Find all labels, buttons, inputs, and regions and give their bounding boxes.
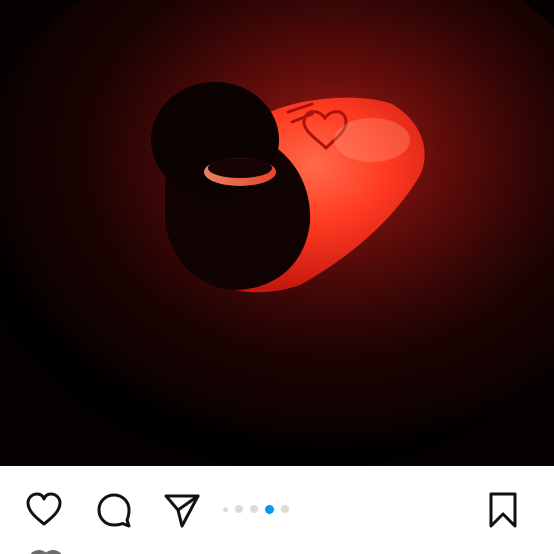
bookmark-outline-icon [489,492,517,528]
likes-row-partial [28,550,88,554]
carousel-dot [250,505,258,513]
post-photo[interactable] [0,0,554,466]
share-button[interactable] [160,488,204,532]
paper-plane-icon [164,494,200,528]
heart-outline-icon [26,492,62,526]
comment-bubble-icon [97,493,131,528]
carousel-dot-active [265,504,274,514]
avatar[interactable] [42,550,64,554]
post-action-bar [0,466,554,554]
carousel-dot [281,505,289,513]
carousel-dot [223,506,228,512]
comment-button[interactable] [92,488,136,532]
save-button[interactable] [481,488,525,532]
carousel-dot [235,505,243,513]
instagram-post [0,0,554,554]
carousel-indicator [223,504,289,514]
like-button[interactable] [22,488,66,532]
